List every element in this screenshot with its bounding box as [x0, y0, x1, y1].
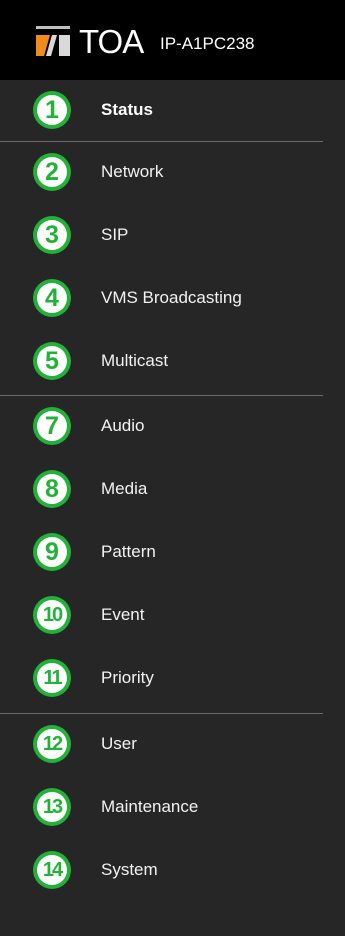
nav-item-label: SIP — [101, 225, 129, 244]
number-badge-icon: 13 — [33, 788, 71, 826]
nav-item-priority[interactable]: 11 Priority — [0, 648, 345, 710]
nav-item-user[interactable]: 12 User — [0, 714, 345, 776]
nav-item-label: Status — [101, 100, 153, 119]
nav-item-label: Multicast — [101, 351, 169, 370]
number-badge-icon: 7 — [33, 407, 71, 445]
nav-item-network[interactable]: 2 Network — [0, 142, 345, 204]
number-badge-icon: 9 — [33, 533, 71, 571]
nav-item-label: User — [101, 734, 137, 753]
number-badge-icon: 4 — [33, 279, 71, 317]
sidebar-app: TOA IP-A1PC238 1 Status 2 Network 3 SIP … — [0, 0, 345, 936]
nav-item-multicast[interactable]: 5 Multicast — [0, 331, 345, 393]
device-model: IP-A1PC238 — [160, 34, 255, 53]
nav-item-event[interactable]: 10 Event — [0, 585, 345, 647]
number-badge-icon: 3 — [33, 216, 71, 254]
nav-item-label: Priority — [101, 668, 154, 687]
nav-item-maintenance[interactable]: 13 Maintenance — [0, 777, 345, 839]
number-badge-icon: 11 — [33, 659, 71, 697]
number-badge-icon: 2 — [33, 153, 71, 191]
nav-item-vms-broadcasting[interactable]: 4 VMS Broadcasting — [0, 268, 345, 330]
nav-item-audio[interactable]: 7 Audio — [0, 396, 345, 458]
number-badge-icon: 1 — [33, 91, 71, 129]
nav-item-label: System — [101, 860, 158, 879]
header: TOA IP-A1PC238 — [0, 0, 345, 80]
nav-item-label: Pattern — [101, 542, 156, 561]
toa-logo-icon — [36, 26, 70, 56]
nav-item-label: Event — [101, 605, 145, 624]
brand-name: TOA — [79, 23, 144, 60]
nav-item-label: VMS Broadcasting — [101, 288, 242, 307]
number-badge-icon: 14 — [33, 851, 71, 889]
number-badge-icon: 5 — [33, 342, 71, 380]
nav-item-status[interactable]: 1 Status — [0, 80, 345, 142]
nav-item-label: Network — [101, 162, 164, 181]
nav-item-pattern[interactable]: 9 Pattern — [0, 522, 345, 584]
number-badge-icon: 8 — [33, 470, 71, 508]
number-badge-icon: 10 — [33, 596, 71, 634]
nav-item-sip[interactable]: 3 SIP — [0, 205, 345, 267]
nav-item-label: Maintenance — [101, 797, 199, 816]
number-badge-icon: 12 — [33, 725, 71, 763]
nav-item-media[interactable]: 8 Media — [0, 459, 345, 521]
nav-item-label: Media — [101, 479, 148, 498]
nav-item-label: Audio — [101, 416, 145, 435]
nav-item-system[interactable]: 14 System — [0, 840, 345, 902]
